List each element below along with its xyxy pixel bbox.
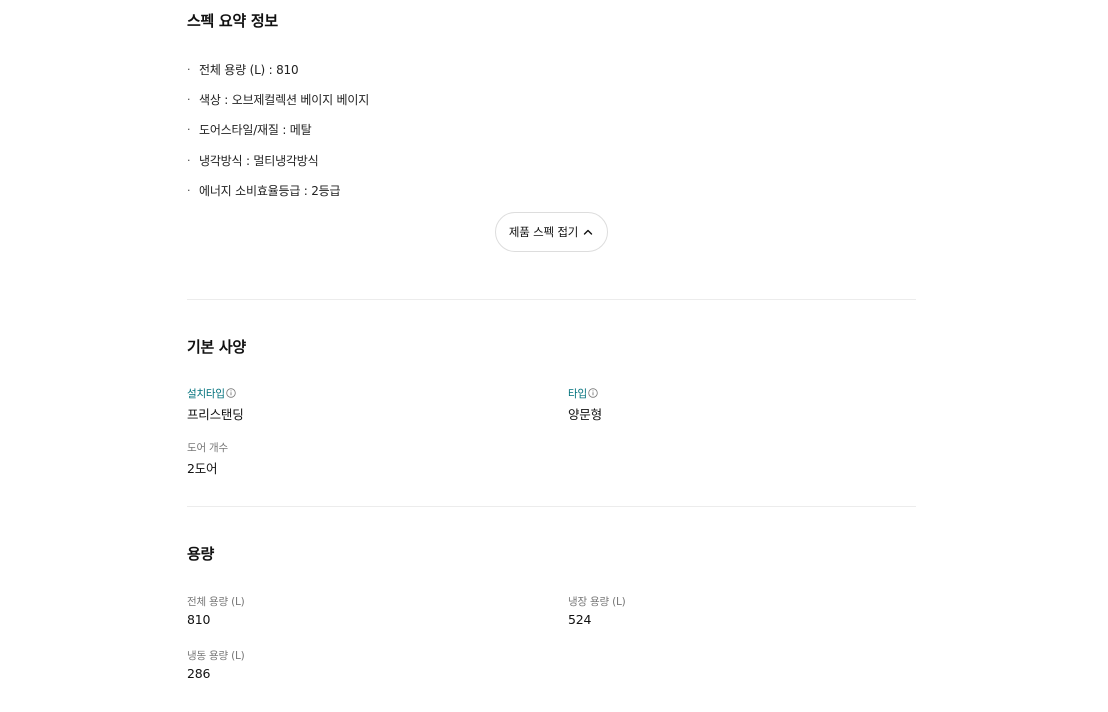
summary-item-text: 전체 용량 (L) : 810 [199, 62, 299, 77]
freezer-capacity-label: 냉동 용량 (L) [187, 649, 245, 662]
summary-item: · 도어스타일/재질 : 메탈 [187, 115, 369, 145]
install-type-label: 설치타입 [187, 387, 225, 400]
summary-item: · 전체 용량 (L) : 810 [187, 54, 369, 84]
collapse-spec-label: 제품 스펙 접기 [508, 225, 579, 239]
type-value: 양문형 [568, 407, 602, 422]
install-type-label-link[interactable]: 설치타입 [187, 386, 244, 400]
summary-item-text: 냉각방식 : 멀티냉각방식 [199, 153, 319, 168]
door-count-label: 도어 개수 [187, 441, 228, 454]
summary-item: · 색상 : 오브제컬렉션 베이지 베이지 [187, 84, 369, 114]
info-icon[interactable] [226, 388, 236, 398]
type-label-link[interactable]: 타입 [568, 386, 602, 400]
freezer-capacity-value: 286 [187, 666, 211, 681]
fridge-capacity-label: 냉장 용량 (L) [568, 595, 626, 608]
door-count-value: 2도어 [187, 461, 218, 476]
spec-freezer-capacity: 냉동 용량 (L) 286 [187, 648, 245, 682]
basic-spec-title: 기본 사양 [187, 338, 246, 356]
spec-total-capacity: 전체 용량 (L) 810 [187, 594, 245, 628]
summary-item-text: 에너지 소비효율등급 : 2등급 [199, 183, 341, 198]
fridge-capacity-value: 524 [568, 612, 592, 627]
bullet: · [187, 123, 191, 137]
spec-type: 타입 양문형 [568, 386, 602, 423]
divider [187, 299, 916, 300]
summary-item-text: 도어스타일/재질 : 메탈 [199, 123, 312, 138]
total-capacity-value: 810 [187, 612, 211, 627]
spec-door-count: 도어 개수 2도어 [187, 440, 228, 477]
collapse-spec-button[interactable]: 제품 스펙 접기 [495, 212, 608, 252]
summary-item: · 에너지 소비효율등급 : 2등급 [187, 175, 369, 205]
summary-title: 스펙 요약 정보 [187, 12, 278, 30]
divider [187, 506, 916, 507]
type-label: 타입 [568, 387, 587, 400]
summary-item: · 냉각방식 : 멀티냉각방식 [187, 145, 369, 175]
install-type-value: 프리스탠딩 [187, 407, 244, 422]
bullet: · [187, 62, 191, 76]
bullet: · [187, 183, 191, 197]
summary-list: · 전체 용량 (L) : 810 · 색상 : 오브제컬렉션 베이지 베이지 … [187, 54, 369, 205]
spec-container: 스펙 요약 정보 · 전체 용량 (L) : 810 · 색상 : 오브제컬렉션… [187, 0, 916, 712]
summary-item-text: 색상 : 오브제컬렉션 베이지 베이지 [199, 92, 370, 107]
capacity-title: 용량 [187, 545, 215, 563]
chevron-up-icon [583, 229, 593, 235]
spec-fridge-capacity: 냉장 용량 (L) 524 [568, 594, 626, 628]
bullet: · [187, 92, 191, 106]
spec-install-type: 설치타입 프리스탠딩 [187, 386, 244, 423]
info-icon[interactable] [588, 388, 598, 398]
total-capacity-label: 전체 용량 (L) [187, 595, 245, 608]
bullet: · [187, 153, 191, 167]
